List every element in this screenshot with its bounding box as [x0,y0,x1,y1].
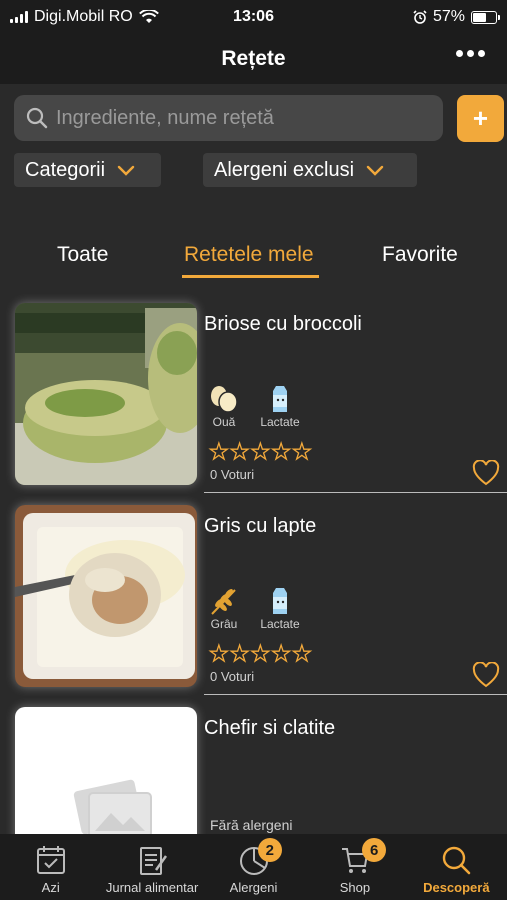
allergen-label: Ouă [212,415,236,429]
nav-label: Jurnal alimentar [105,880,199,895]
calendar-icon [36,846,65,874]
nav-label: Descoperă [423,880,490,895]
categories-label: Categorii [25,158,106,181]
signal-icon [10,11,28,23]
status-bar: Digi.Mobil RO 13:06 57% [0,0,507,34]
milk-icon [273,386,287,412]
wheat-icon [211,589,236,615]
chevron-down-icon [366,165,384,176]
rating-stars[interactable]: ★ ★ ★ ★ ★ [208,642,312,665]
divider [204,694,507,695]
favorite-heart-icon[interactable] [472,460,500,486]
nav-discover[interactable]: Descoperă [406,834,507,900]
recipe-title: Briose cu broccoli [204,313,362,335]
recipe-photo [15,505,197,687]
allergen-wheat: Grâu [196,587,252,631]
divider [204,492,507,493]
page-title: Rețete [221,47,286,70]
tab-all[interactable]: Toate [57,243,108,267]
search-bar[interactable] [14,95,443,141]
dot-icon [456,50,463,57]
search-icon [26,107,48,129]
eggs-icon [211,386,238,413]
dot-icon [467,50,474,57]
allergen-eggs: Ouă [196,385,252,429]
nav-food-journal[interactable]: Jurnal alimentar [101,834,202,900]
star-icon[interactable]: ★ [229,642,250,665]
battery-percent: 57% [432,8,465,25]
active-tab-indicator [182,275,319,278]
allergens-badge: 2 [257,838,282,862]
wifi-icon [138,10,159,23]
recipe-title: Gris cu lapte [204,515,317,537]
star-icon[interactable]: ★ [291,642,312,665]
add-recipe-button[interactable]: + [457,95,504,142]
chevron-down-icon [117,165,135,176]
shop-badge: 6 [362,838,387,862]
no-allergens-label: Fără alergeni [210,817,293,833]
nav-allergens[interactable]: 2 Alergeni [203,834,304,900]
allergens-label: Alergeni exclusi [214,158,355,181]
recipe-title: Chefir si clatite [204,717,336,739]
star-icon[interactable]: ★ [208,440,229,463]
nav-label: Shop [339,880,371,895]
vote-count: 0 Voturi [210,467,255,482]
recipe-card[interactable]: Gris cu lapte Grâu Lactate ★ ★ ★ ★ ★ 0 Votur… [0,505,507,705]
categories-dropdown[interactable]: Categorii [14,153,161,187]
carrier-name: Digi.Mobil RO [34,8,133,25]
star-icon[interactable]: ★ [208,642,229,665]
recipe-photo [15,303,197,485]
allergen-label: Lactate [260,415,300,429]
bottom-tab-bar: Azi Jurnal alimentar 2 Alergeni 6 Shop D… [0,834,507,900]
vote-count: 0 Voturi [210,669,255,684]
recipe-tabs: Toate Retetele mele Favorite [0,235,507,280]
clock: 13:06 [233,8,274,25]
rating-stars[interactable]: ★ ★ ★ ★ ★ [208,440,312,463]
search-icon [443,846,471,875]
nav-today[interactable]: Azi [0,834,101,900]
recipe-card[interactable]: Briose cu broccoli Ouă Lactate ★ ★ ★ ★ ★ 0 V… [0,303,507,503]
nav-label: Alergeni [229,880,278,895]
dot-icon [478,50,485,57]
tab-my-recipes[interactable]: Retetele mele [184,243,314,267]
allergen-dairy: Lactate [252,385,308,429]
allergen-label: Grâu [210,617,238,631]
tab-favorites[interactable]: Favorite [382,243,458,267]
milk-icon [273,588,287,614]
allergen-dairy: Lactate [252,587,308,631]
star-icon[interactable]: ★ [229,440,250,463]
star-icon[interactable]: ★ [250,642,271,665]
more-options-button[interactable] [456,50,485,57]
journal-icon [140,847,168,875]
star-icon[interactable]: ★ [271,642,292,665]
nav-header: Rețete [0,34,507,84]
alarm-icon [413,10,427,24]
star-icon[interactable]: ★ [250,440,271,463]
nav-shop[interactable]: 6 Shop [304,834,405,900]
favorite-heart-icon[interactable] [472,662,500,688]
nav-label: Azi [41,880,60,895]
search-input[interactable] [56,106,426,130]
star-icon[interactable]: ★ [271,440,292,463]
allergen-label: Lactate [260,617,300,631]
excluded-allergens-dropdown[interactable]: Alergeni exclusi [203,153,417,187]
battery-icon [471,10,500,24]
star-icon[interactable]: ★ [291,440,312,463]
